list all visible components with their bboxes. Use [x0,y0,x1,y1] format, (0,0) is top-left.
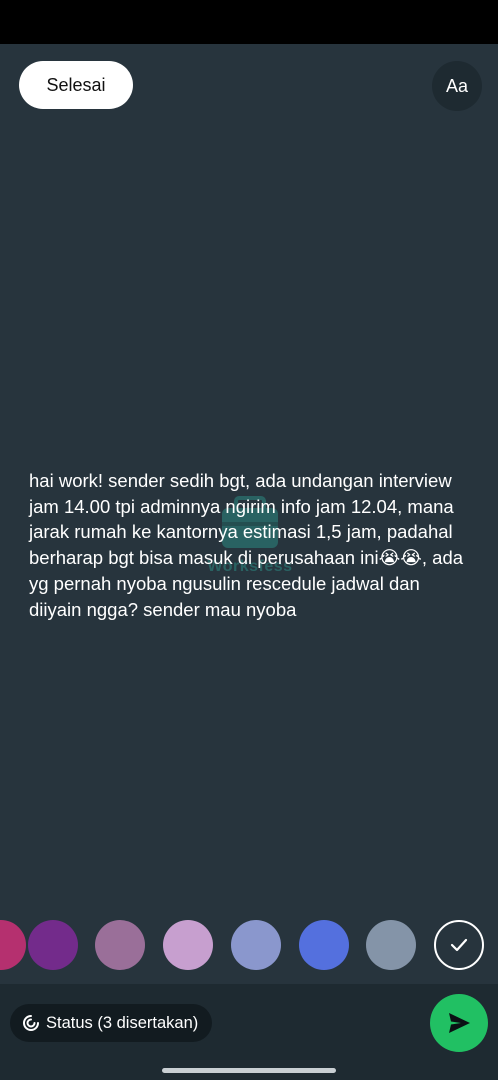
color-swatch[interactable] [28,920,78,970]
send-icon [449,1013,470,1033]
home-indicator[interactable] [162,1068,336,1073]
color-swatch[interactable] [0,920,26,970]
system-status-bar [0,0,498,44]
checkmark-icon [450,938,468,952]
status-audience-label: Status (3 disertakan) [46,1013,199,1032]
color-swatch[interactable] [95,920,145,970]
status-ring-icon [23,1015,39,1031]
color-swatch[interactable] [231,920,281,970]
color-swatch[interactable] [366,920,416,970]
done-button[interactable]: Selesai [19,61,133,109]
color-swatch[interactable] [163,920,213,970]
navigation-bar [0,1062,498,1080]
status-text[interactable]: hai work! sender sedih bgt, ada undangan… [29,468,469,622]
color-palette [0,920,498,972]
color-swatch-selected[interactable] [434,920,484,970]
font-style-button[interactable]: Aa [432,61,482,111]
send-button[interactable] [430,994,488,1052]
composer-bar: Status (3 disertakan) [0,984,498,1062]
color-swatch[interactable] [299,920,349,970]
font-style-label: Aa [445,75,469,96]
status-audience-button[interactable]: Status (3 disertakan) [10,1004,213,1042]
